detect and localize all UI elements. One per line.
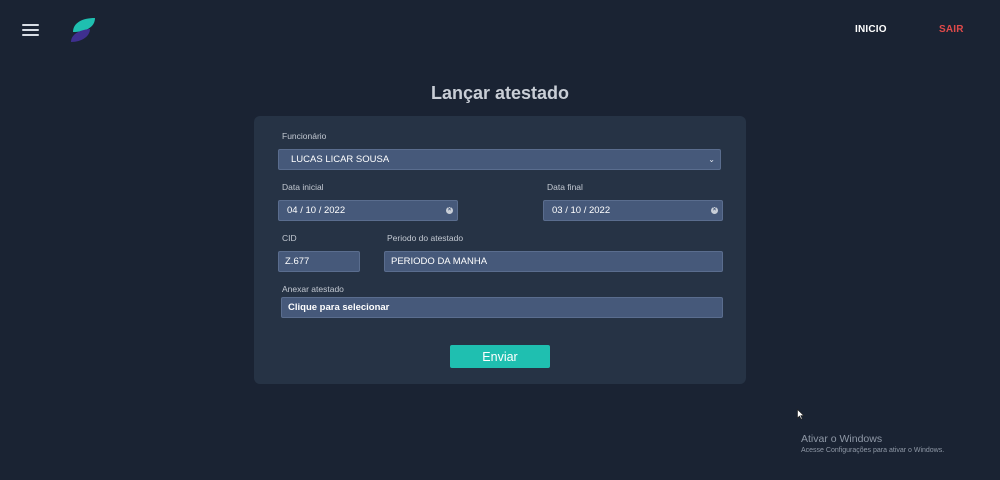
cid-input[interactable]: Z.677 xyxy=(278,251,360,272)
data-inicial-value: 04 / 10 / 2022 xyxy=(287,205,346,216)
enviar-button[interactable]: Enviar xyxy=(450,345,550,368)
anexo-file-input[interactable]: Clique para selecionar xyxy=(281,297,723,318)
app-logo xyxy=(71,18,95,42)
cid-label: CID xyxy=(282,233,297,243)
anexo-placeholder: Clique para selecionar xyxy=(288,302,390,313)
windows-activation-watermark: Ativar o Windows Acesse Configurações pa… xyxy=(801,433,944,454)
clear-icon[interactable]: × xyxy=(711,207,718,214)
cid-value: Z.677 xyxy=(285,256,310,267)
anexo-label: Anexar atestado xyxy=(282,284,344,294)
data-final-label: Data final xyxy=(547,182,583,192)
periodo-value: PERIODO DA MANHA xyxy=(391,256,488,267)
data-final-input[interactable]: 03 / 10 / 2022 × xyxy=(543,200,723,221)
periodo-label: Periodo do atestado xyxy=(387,233,464,243)
data-final-value: 03 / 10 / 2022 xyxy=(552,205,611,216)
data-inicial-label: Data inicial xyxy=(282,182,324,192)
chevron-down-icon: ⌄ xyxy=(708,155,715,164)
funcionario-label: Funcionário xyxy=(282,131,327,141)
watermark-title: Ativar o Windows xyxy=(801,433,883,445)
nav-sair-link[interactable]: SAIR xyxy=(939,24,964,35)
page-title: Lançar atestado xyxy=(430,83,570,103)
funcionario-select-value: LUCAS LICAR SOUSA xyxy=(291,154,390,165)
watermark-subtitle: Acesse Configurações para ativar o Windo… xyxy=(801,447,945,454)
top-navbar: INICIO SAIR xyxy=(0,0,1000,62)
data-inicial-input[interactable]: 04 / 10 / 2022 × xyxy=(278,200,458,221)
nav-inicio-link[interactable]: INICIO xyxy=(855,24,887,35)
funcionario-select[interactable]: LUCAS LICAR SOUSA ⌄ xyxy=(278,149,721,170)
periodo-input[interactable]: PERIODO DA MANHA xyxy=(384,251,723,272)
menu-icon[interactable] xyxy=(22,24,39,36)
atestado-form-card: Funcionário LUCAS LICAR SOUSA ⌄ Data ini… xyxy=(254,116,746,384)
mouse-cursor-icon xyxy=(797,409,805,420)
clear-icon[interactable]: × xyxy=(446,207,453,214)
